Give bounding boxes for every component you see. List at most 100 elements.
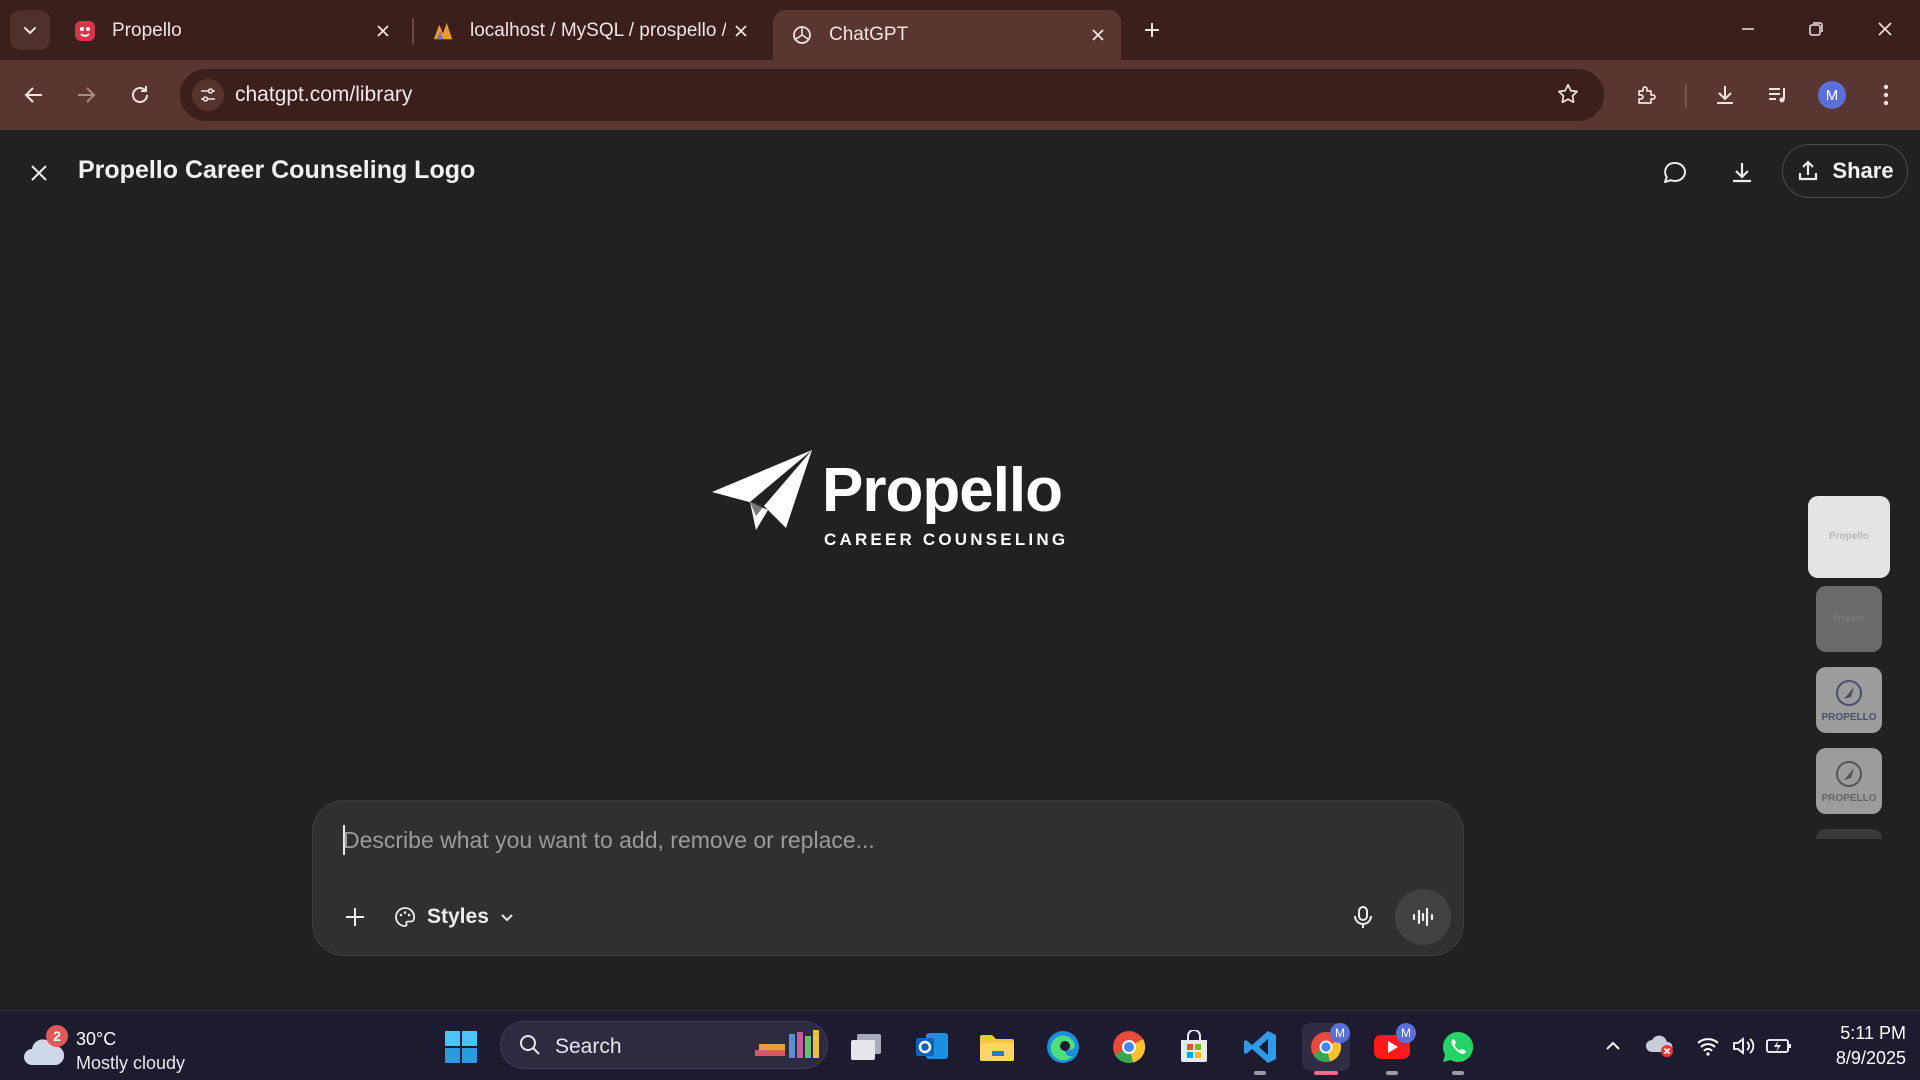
download-image-button[interactable] xyxy=(1721,152,1763,194)
tab-search-button[interactable] xyxy=(10,10,50,50)
notification-badge: 2 xyxy=(46,1025,68,1047)
propello-favicon xyxy=(74,20,96,42)
weather-widget[interactable]: 2 30°C Mostly cloudy xyxy=(22,1019,222,1073)
reload-icon xyxy=(132,86,148,103)
close-tab-icon[interactable] xyxy=(368,16,398,46)
restore-button[interactable] xyxy=(1788,6,1844,52)
comment-button[interactable] xyxy=(1654,152,1696,194)
chrome-icon xyxy=(1113,1031,1146,1064)
weather-condition: Mostly cloudy xyxy=(76,1053,186,1073)
vscode-icon xyxy=(1244,1031,1276,1063)
media-queue-icon xyxy=(1769,88,1785,103)
battery-status[interactable] xyxy=(1764,1031,1794,1061)
edge-icon xyxy=(1047,1031,1079,1063)
forward-button[interactable] xyxy=(66,75,106,115)
volume-status[interactable] xyxy=(1728,1031,1758,1061)
weather-temperature: 30°C xyxy=(76,1029,117,1049)
onedrive-status[interactable] xyxy=(1645,1031,1675,1061)
styles-dropdown[interactable]: Styles xyxy=(393,897,515,937)
tab-title: Propello xyxy=(112,20,182,41)
profile-badge: M xyxy=(1396,1023,1416,1043)
clock-date: 8/9/2025 xyxy=(1835,1048,1906,1068)
youtube-app[interactable]: M xyxy=(1368,1023,1416,1075)
show-hidden-icons-button[interactable] xyxy=(1598,1031,1628,1061)
share-label: Share xyxy=(1832,158,1894,183)
close-icon xyxy=(31,165,47,181)
microsoft-store-app[interactable] xyxy=(1170,1023,1218,1071)
browser-menu-button[interactable] xyxy=(1866,75,1906,115)
back-button[interactable] xyxy=(14,75,54,115)
address-bar[interactable]: chatgpt.com/library xyxy=(180,69,1604,121)
thumbnail-1[interactable]: Propello xyxy=(1808,496,1890,578)
dictate-button[interactable] xyxy=(1341,895,1385,939)
running-indicator xyxy=(1452,1071,1464,1075)
add-attachment-button[interactable] xyxy=(333,895,377,939)
extensions-button[interactable] xyxy=(1627,75,1667,115)
books-illustration-icon xyxy=(755,1030,819,1058)
cloud-error-icon xyxy=(1646,1035,1673,1057)
vscode-app[interactable] xyxy=(1236,1023,1284,1075)
thumbnail-label: PROPELLO xyxy=(1821,792,1877,804)
close-viewer-button[interactable] xyxy=(22,156,56,190)
tab-chatgpt[interactable]: ChatGPT xyxy=(773,10,1121,60)
paper-plane-icon xyxy=(712,450,812,530)
image-viewer: Propello Career Counseling Logo Share Pr… xyxy=(0,130,1920,1010)
thumbnail-5-partial[interactable] xyxy=(1816,829,1882,839)
puzzle-icon xyxy=(1638,86,1656,104)
media-control-button[interactable] xyxy=(1758,75,1798,115)
tab-phpmyadmin[interactable]: localhost / MySQL / prospello / xyxy=(414,10,764,52)
system-clock[interactable]: 5:11 PM 8/9/2025 xyxy=(1806,1021,1906,1071)
thumbnail-3[interactable]: PROPELLO xyxy=(1816,667,1882,733)
thumbnail-4[interactable]: PROPELLO xyxy=(1816,748,1882,814)
new-tab-button[interactable] xyxy=(1136,14,1168,46)
chrome-app[interactable] xyxy=(1105,1023,1153,1071)
folder-icon xyxy=(980,1035,1014,1061)
close-icon xyxy=(1878,22,1892,36)
plus-icon xyxy=(1145,23,1159,37)
logo-tagline: CAREER COUNSELING xyxy=(824,530,1069,549)
start-button[interactable] xyxy=(437,1023,485,1071)
whatsapp-app[interactable] xyxy=(1434,1023,1482,1075)
site-info-icon[interactable] xyxy=(192,79,224,111)
chat-bubble-icon xyxy=(1664,161,1686,183)
edge-app[interactable] xyxy=(1039,1023,1087,1071)
search-label: Search xyxy=(555,1035,622,1058)
download-icon xyxy=(1733,163,1751,183)
more-vertical-icon xyxy=(1883,84,1889,106)
page-title: Propello Career Counseling Logo xyxy=(78,156,476,184)
whatsapp-icon xyxy=(1442,1031,1474,1062)
windows-taskbar: 2 30°C Mostly cloudy Search M M 5:11 PM … xyxy=(0,1010,1920,1080)
url-text[interactable]: chatgpt.com/library xyxy=(235,83,412,107)
close-tab-icon[interactable] xyxy=(1083,20,1113,50)
outlook-app[interactable] xyxy=(908,1023,956,1071)
chrome-profile-app[interactable]: M xyxy=(1302,1023,1350,1075)
thumbnail-2[interactable]: Propello xyxy=(1816,586,1882,652)
profile-badge: M xyxy=(1330,1023,1350,1043)
file-explorer-app[interactable] xyxy=(973,1023,1021,1071)
tab-propello[interactable]: Propello xyxy=(56,10,406,52)
tab-title: localhost / MySQL / prospello / xyxy=(470,20,726,41)
close-window-button[interactable] xyxy=(1857,6,1913,52)
wifi-status[interactable] xyxy=(1693,1031,1723,1061)
share-button[interactable]: Share xyxy=(1782,144,1908,198)
wifi-icon xyxy=(1697,1038,1719,1056)
edit-prompt-composer: Styles xyxy=(312,800,1464,956)
profile-button[interactable]: M xyxy=(1812,75,1852,115)
taskbar-search[interactable]: Search xyxy=(500,1021,828,1069)
task-view-app[interactable] xyxy=(842,1023,890,1071)
voice-waveform-icon xyxy=(1412,907,1434,927)
downloads-button[interactable] xyxy=(1705,75,1745,115)
task-view-icon xyxy=(851,1034,881,1060)
minimize-button[interactable] xyxy=(1720,6,1776,52)
voice-mode-button[interactable] xyxy=(1395,889,1451,945)
store-icon xyxy=(1181,1030,1207,1062)
chevron-up-icon xyxy=(1606,1041,1620,1050)
thumbnail-label: Propello xyxy=(1828,531,1869,542)
reload-button[interactable] xyxy=(120,75,160,115)
thumbnail-strip: Propello Propello PROPELLO PROPELLO xyxy=(1808,496,1890,856)
close-tab-icon[interactable] xyxy=(726,16,756,46)
bookmark-star-icon[interactable] xyxy=(1556,82,1580,111)
battery-charging-icon xyxy=(1766,1039,1791,1053)
edit-prompt-input[interactable] xyxy=(343,819,1423,861)
rocket-emblem-icon xyxy=(1835,679,1862,706)
